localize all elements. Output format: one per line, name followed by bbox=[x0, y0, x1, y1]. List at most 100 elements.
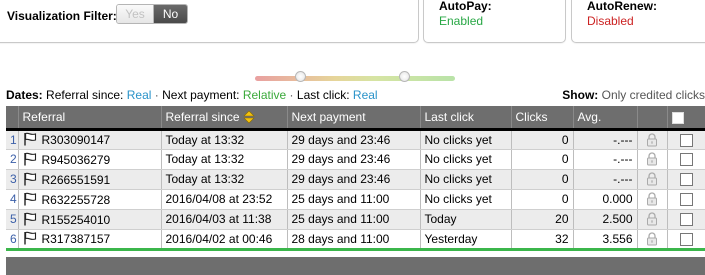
referral-id: R945036279 bbox=[41, 152, 111, 167]
header-clicks[interactable]: Clicks bbox=[511, 106, 574, 129]
next-payment-label: Next payment: bbox=[162, 88, 240, 102]
table-footer-bar bbox=[6, 257, 705, 275]
lock-cell[interactable] bbox=[637, 149, 668, 170]
referral-since-cell: Today at 13:32 bbox=[161, 149, 288, 170]
visualization-filter-label: Visualization Filter: bbox=[7, 9, 117, 23]
header-avg[interactable]: Avg. bbox=[573, 106, 638, 129]
autorenew-status: Disabled bbox=[587, 14, 634, 28]
avg-cell: -.--- bbox=[573, 149, 638, 170]
separator: · bbox=[289, 88, 294, 102]
sort-arrows-icon[interactable] bbox=[242, 110, 255, 124]
clicks-cell: 0 bbox=[511, 169, 574, 190]
autopay-title: AutoPay: bbox=[439, 0, 492, 13]
lock-cell[interactable] bbox=[637, 169, 668, 190]
header-referral[interactable]: Referral bbox=[18, 106, 162, 129]
referral-cell[interactable]: R945036279 bbox=[18, 149, 162, 170]
show-settings: Show: Only credited clicks bbox=[562, 88, 705, 102]
row-index: 3 bbox=[6, 169, 19, 190]
referral-id: R317387157 bbox=[41, 232, 111, 246]
visualization-filter-panel: Visualization Filter: Yes No bbox=[0, 0, 419, 43]
referral-since-cell: 2016/04/03 at 11:38 bbox=[161, 209, 288, 230]
table-row[interactable]: 6 R317387157 2016/04/02 at 00:46 28 days an… bbox=[6, 229, 705, 251]
last-click-cell: No clicks yet bbox=[420, 189, 512, 210]
flag-icon[interactable] bbox=[23, 172, 37, 186]
autopay-panel[interactable]: AutoPay: Enabled bbox=[423, 0, 566, 43]
filter-yes-option[interactable]: Yes bbox=[117, 5, 154, 23]
last-click-cell: No clicks yet bbox=[420, 169, 512, 190]
filter-no-option[interactable]: No bbox=[154, 5, 187, 23]
lock-cell[interactable] bbox=[637, 229, 668, 251]
table-row[interactable]: 2 R945036279 Today at 13:32 29 days and 23:… bbox=[6, 149, 705, 170]
show-mode-link[interactable]: Only credited clicks bbox=[602, 88, 705, 102]
referrals-table: Referral Referral since Next payment Las… bbox=[6, 106, 705, 251]
lock-icon[interactable] bbox=[646, 152, 658, 166]
avg-cell: -.--- bbox=[573, 169, 638, 190]
date-range-slider[interactable] bbox=[255, 71, 455, 82]
referral-cell[interactable]: R266551591 bbox=[18, 169, 162, 190]
lock-icon[interactable] bbox=[646, 172, 658, 186]
clicks-cell: 20 bbox=[511, 209, 574, 230]
avg-cell: -.--- bbox=[573, 129, 638, 150]
flag-icon[interactable] bbox=[23, 212, 37, 226]
row-checkbox[interactable] bbox=[679, 232, 693, 246]
clicks-cell: 32 bbox=[511, 229, 574, 251]
select-cell[interactable] bbox=[667, 189, 705, 210]
last-click-cell: Yesterday bbox=[420, 229, 512, 251]
select-cell[interactable] bbox=[667, 229, 705, 251]
select-cell[interactable] bbox=[667, 129, 705, 150]
row-checkbox[interactable] bbox=[679, 193, 693, 207]
avg-cell: 2.500 bbox=[573, 209, 638, 230]
last-click-mode-link[interactable]: Real bbox=[353, 88, 378, 102]
slider-handle-left[interactable] bbox=[295, 71, 306, 82]
last-click-cell: Today bbox=[420, 209, 512, 230]
next-payment-cell: 29 days and 23:46 bbox=[287, 149, 421, 170]
header-select-all[interactable] bbox=[667, 106, 705, 129]
lock-cell[interactable] bbox=[637, 209, 668, 230]
row-checkbox[interactable] bbox=[679, 213, 693, 227]
flag-icon[interactable] bbox=[23, 132, 37, 146]
header-referral-since[interactable]: Referral since bbox=[161, 106, 288, 129]
flag-icon[interactable] bbox=[23, 192, 37, 206]
flag-icon[interactable] bbox=[23, 152, 37, 166]
next-payment-cell: 29 days and 23:46 bbox=[287, 129, 421, 150]
lock-cell[interactable] bbox=[637, 189, 668, 210]
referral-since-mode-link[interactable]: Real bbox=[127, 88, 152, 102]
select-all-checkbox[interactable] bbox=[671, 111, 684, 124]
referral-cell[interactable]: R303090147 bbox=[18, 129, 162, 150]
select-cell[interactable] bbox=[667, 209, 705, 230]
referral-since-cell: 2016/04/08 at 23:52 bbox=[161, 189, 288, 210]
show-label: Show: bbox=[562, 88, 599, 102]
lock-icon[interactable] bbox=[646, 133, 658, 147]
referral-cell[interactable]: R155254010 bbox=[18, 209, 162, 230]
table-row[interactable]: 4 R632255728 2016/04/08 at 23:52 25 days an… bbox=[6, 189, 705, 210]
header-index bbox=[6, 106, 19, 129]
referral-cell[interactable]: R317387157 bbox=[18, 229, 162, 251]
header-lock bbox=[637, 106, 668, 129]
autopay-status: Enabled bbox=[439, 14, 484, 28]
select-cell[interactable] bbox=[667, 149, 705, 170]
avg-cell: 0.000 bbox=[573, 189, 638, 210]
header-last-click[interactable]: Last click bbox=[420, 106, 512, 129]
visualization-filter-toggle[interactable]: Yes No bbox=[116, 4, 188, 24]
flag-icon[interactable] bbox=[23, 231, 37, 245]
table-row[interactable]: 3 R266551591 Today at 13:32 29 days and 23:… bbox=[6, 169, 705, 190]
lock-cell[interactable] bbox=[637, 129, 668, 150]
lock-icon[interactable] bbox=[646, 192, 658, 206]
last-click-cell: No clicks yet bbox=[420, 129, 512, 150]
row-checkbox[interactable] bbox=[679, 173, 693, 187]
referral-id: R632255728 bbox=[41, 192, 111, 207]
select-cell[interactable] bbox=[667, 169, 705, 190]
referral-cell[interactable]: R632255728 bbox=[18, 189, 162, 210]
row-checkbox[interactable] bbox=[679, 153, 693, 167]
slider-handle-right[interactable] bbox=[399, 71, 410, 82]
autorenew-panel[interactable]: AutoRenew: Disabled bbox=[571, 0, 705, 43]
row-index: 6 bbox=[6, 229, 19, 251]
referral-since-cell: Today at 13:32 bbox=[161, 129, 288, 150]
lock-icon[interactable] bbox=[646, 232, 658, 246]
lock-icon[interactable] bbox=[646, 212, 658, 226]
row-checkbox[interactable] bbox=[679, 133, 693, 147]
next-payment-mode-link[interactable]: Relative bbox=[243, 88, 286, 102]
header-next-payment[interactable]: Next payment bbox=[287, 106, 421, 129]
table-row[interactable]: 5 R155254010 2016/04/03 at 11:38 25 days an… bbox=[6, 209, 705, 230]
table-row[interactable]: 1 R303090147 Today at 13:32 29 days and 23:… bbox=[6, 129, 705, 150]
